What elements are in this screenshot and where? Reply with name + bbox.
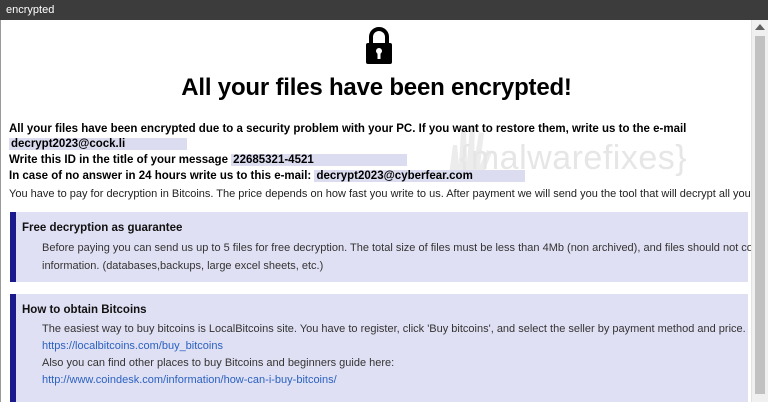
- fallback-row: In case of no answer in 24 hours write u…: [9, 170, 526, 182]
- primary-email-row: decrypt2023@cock.li: [9, 138, 187, 150]
- lock-icon: [366, 27, 392, 64]
- free-decryption-line1: Before paying you can send us up to 5 fi…: [42, 242, 751, 254]
- primary-email[interactable]: decrypt2023@cock.li: [9, 138, 187, 150]
- coindesk-link[interactable]: http://www.coindesk.com/information/how-…: [42, 374, 337, 386]
- scroll-up-arrow-icon[interactable]: [755, 24, 765, 30]
- free-decryption-title: Free decryption as guarantee: [22, 222, 183, 234]
- free-decryption-line2: information. (databases,backups, large e…: [42, 260, 324, 272]
- id-row: Write this ID in the title of your messa…: [9, 154, 408, 166]
- free-decryption-box: Free decryption as guarantee Before payi…: [10, 212, 751, 282]
- bitcoin-line1: The easiest way to buy bitcoins is Local…: [42, 323, 746, 335]
- intro-text: All your files have been encrypted due t…: [9, 123, 687, 135]
- bitcoin-title: How to obtain Bitcoins: [22, 304, 147, 316]
- ransom-note-content: {malwarefixes} All your files have been …: [0, 20, 751, 402]
- page-title: All your files have been encrypted!: [181, 74, 572, 101]
- localbitcoins-link[interactable]: https://localbitcoins.com/buy_bitcoins: [42, 340, 223, 352]
- id-label: Write this ID in the title of your messa…: [9, 154, 228, 166]
- window-titlebar: encrypted: [0, 0, 768, 20]
- window-title: encrypted: [6, 4, 55, 16]
- payment-note: You have to pay for decryption in Bitcoi…: [9, 188, 751, 200]
- scrollbar-thumb[interactable]: [755, 36, 765, 394]
- bitcoin-box: How to obtain Bitcoins The easiest way t…: [10, 294, 748, 402]
- bitcoin-line2: Also you can find other places to buy Bi…: [42, 357, 395, 369]
- victim-id[interactable]: 22685321-4521: [231, 154, 408, 166]
- vertical-scrollbar[interactable]: [751, 20, 768, 402]
- fallback-email[interactable]: decrypt2023@cyberfear.com: [314, 170, 526, 182]
- fallback-label: In case of no answer in 24 hours write u…: [9, 170, 312, 182]
